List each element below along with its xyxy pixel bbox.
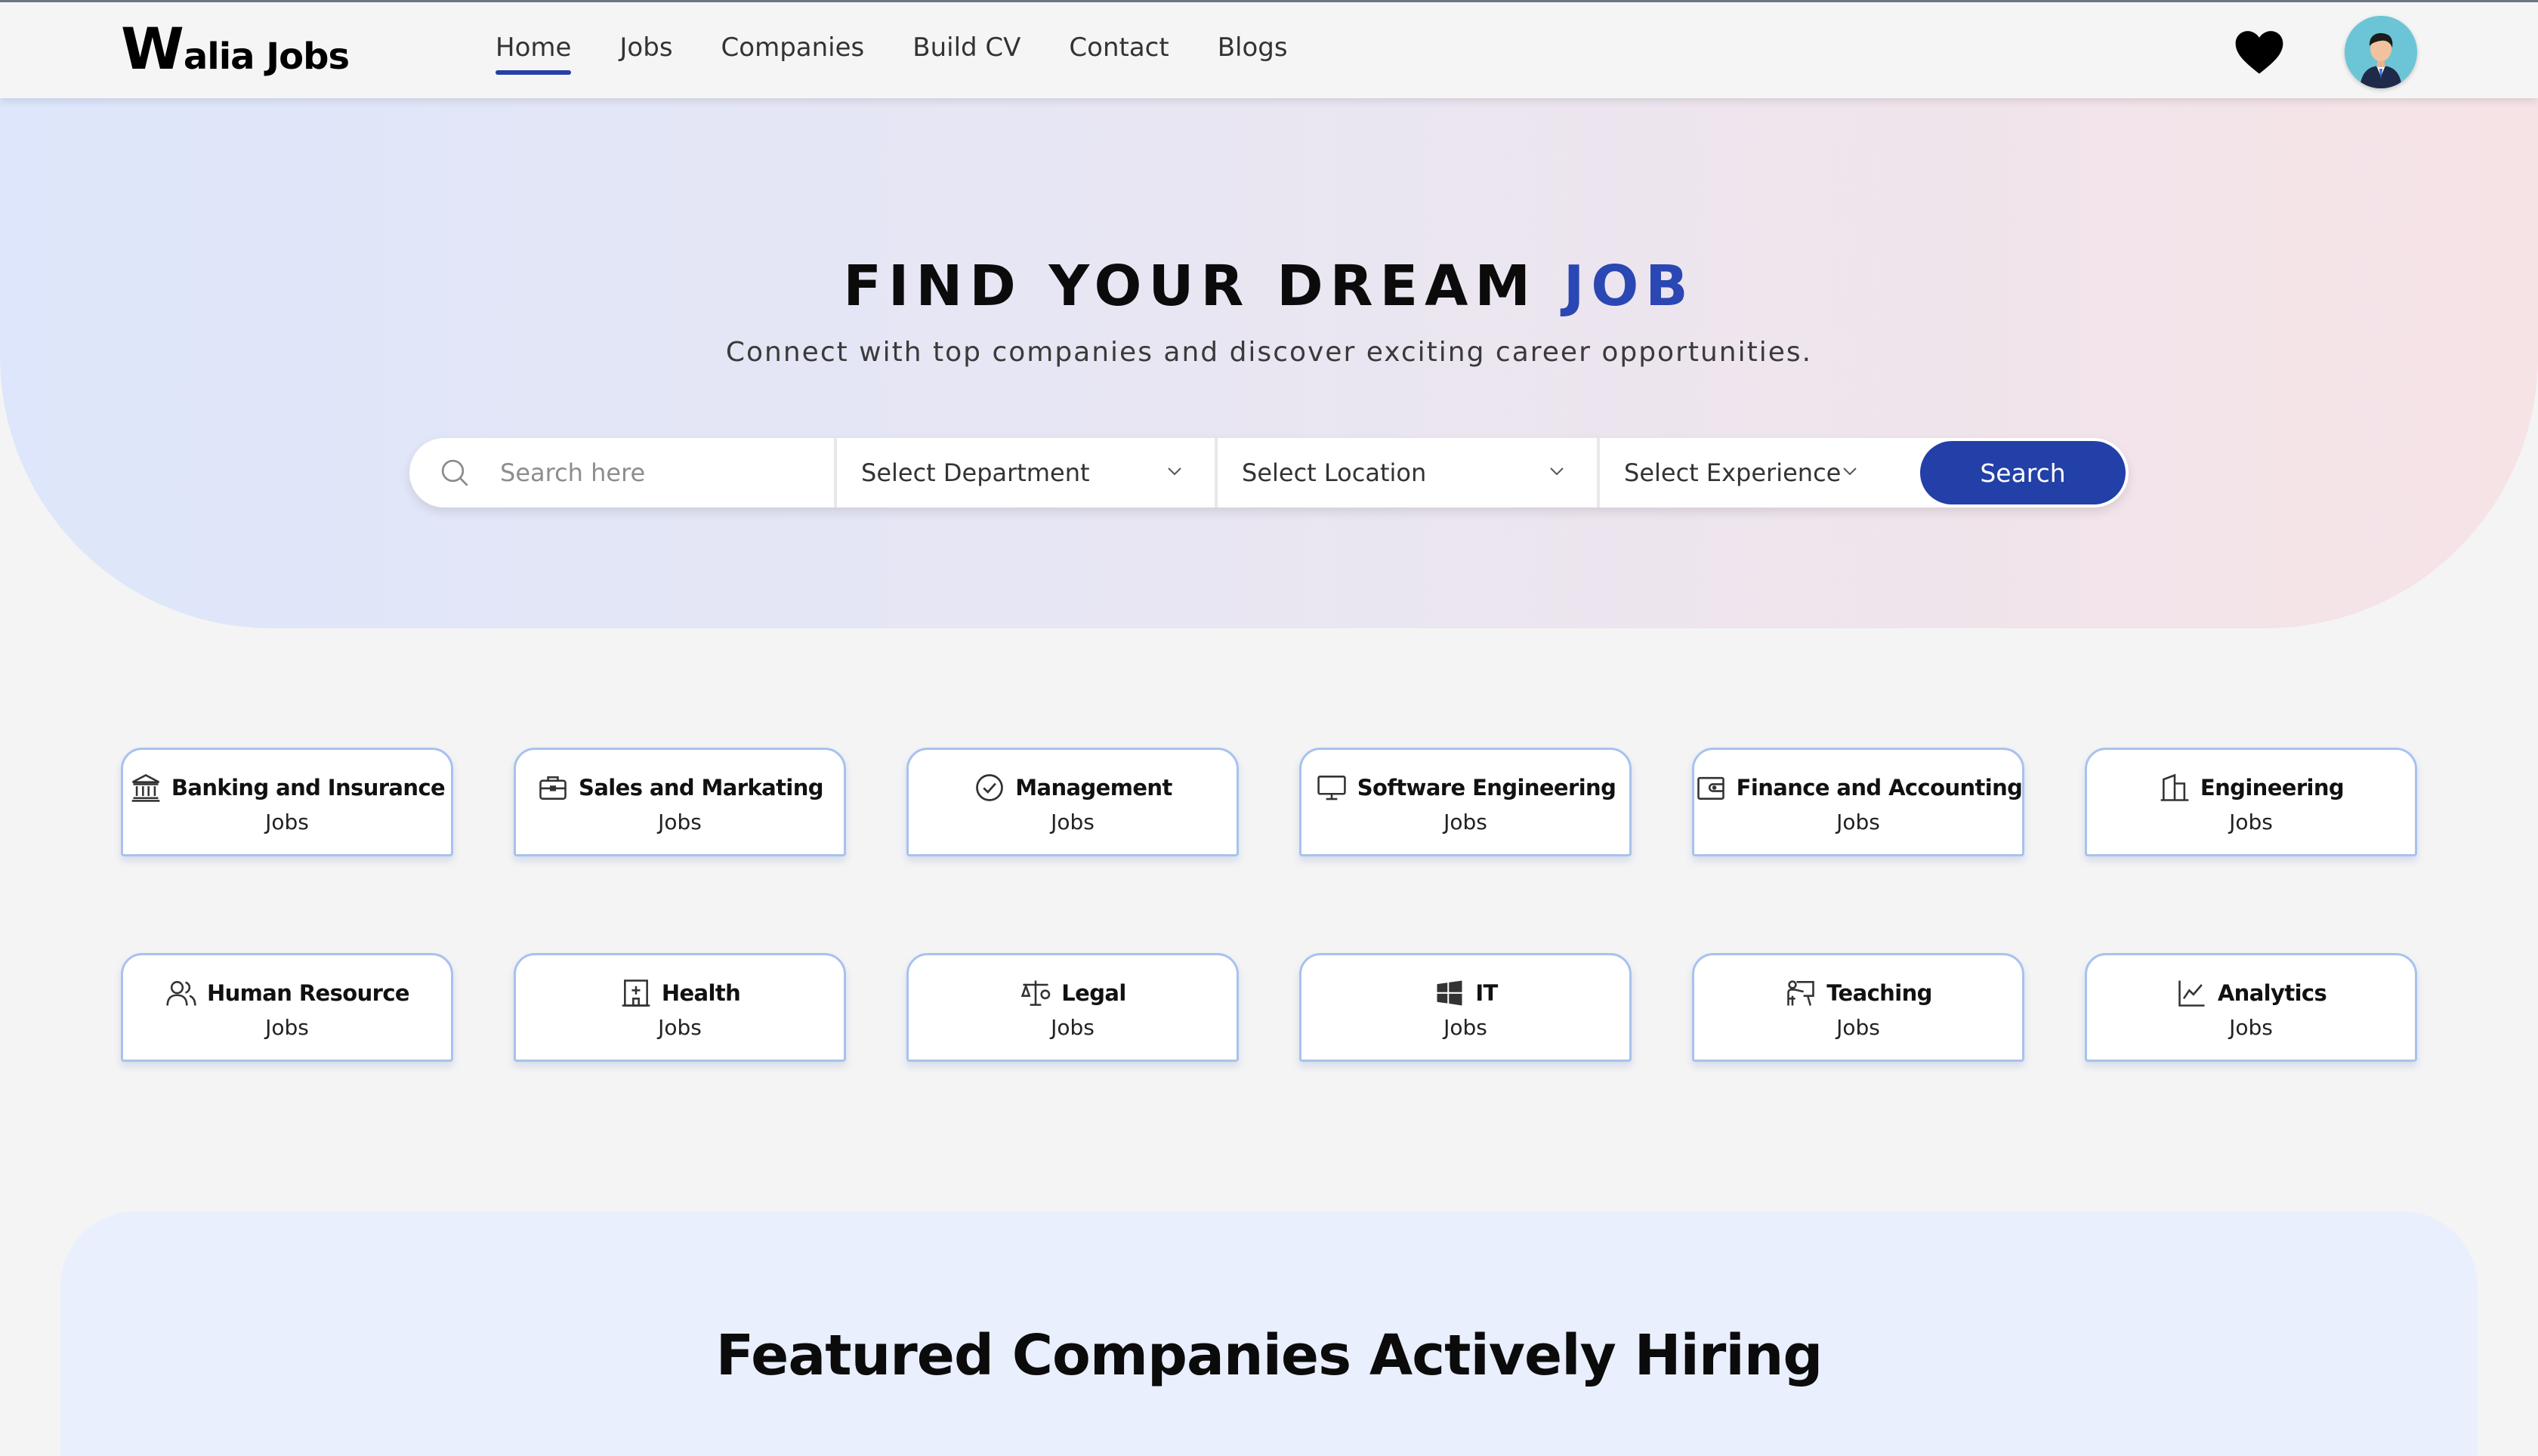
- experience-select[interactable]: Select Experience: [1600, 438, 1923, 507]
- category-name: Engineering: [2200, 774, 2345, 800]
- job-categories: Banking and Insurance Jobs Sales and Mar…: [121, 748, 2417, 1062]
- location-select[interactable]: Select Location: [1218, 438, 1600, 507]
- main-nav: Home Jobs Companies Build CV Contact Blo…: [496, 2, 1336, 93]
- category-card-finance[interactable]: Finance and Accounting Jobs: [1692, 748, 2024, 856]
- location-select-label: Select Location: [1242, 458, 1427, 487]
- category-name: Legal: [1061, 979, 1126, 1006]
- category-card-analytics[interactable]: Analytics Jobs: [2085, 953, 2417, 1062]
- windows-icon: [1437, 980, 1462, 1005]
- search-field: [409, 438, 837, 507]
- category-card-legal[interactable]: Legal Jobs: [906, 953, 1239, 1062]
- category-sub: Jobs: [2229, 1014, 2273, 1040]
- experience-select-label: Select Experience: [1624, 458, 1842, 487]
- category-name: Health: [661, 979, 741, 1006]
- favorites-heart-icon[interactable]: [2234, 29, 2284, 75]
- teacher-icon: [1787, 979, 1815, 1006]
- category-card-hr[interactable]: Human Resource Jobs: [121, 953, 453, 1062]
- category-card-it[interactable]: IT Jobs: [1299, 953, 1632, 1062]
- category-card-management[interactable]: Management Jobs: [906, 748, 1239, 856]
- job-search-bar: Select Department Select Location Select…: [409, 438, 2129, 507]
- wallet-icon: [1697, 776, 1724, 800]
- nav-home[interactable]: Home: [496, 26, 572, 75]
- site-logo[interactable]: Walia Jobs: [121, 15, 350, 87]
- line-chart-icon: [2178, 980, 2205, 1007]
- nav-blogs[interactable]: Blogs: [1218, 26, 1288, 69]
- category-name: Teaching: [1826, 979, 1932, 1006]
- nav-build-cv[interactable]: Build CV: [912, 26, 1020, 69]
- category-sub: Jobs: [2229, 809, 2273, 834]
- category-card-health[interactable]: Health Jobs: [514, 953, 846, 1062]
- nav-companies[interactable]: Companies: [721, 26, 865, 69]
- category-sub: Jobs: [1836, 1014, 1880, 1040]
- hero-title-main: FIND YOUR DREAM: [843, 254, 1564, 319]
- people-icon: [166, 980, 196, 1006]
- category-name: Analytics: [2217, 979, 2327, 1006]
- category-name: Finance and Accounting: [1736, 774, 2023, 800]
- hero-title: FIND YOUR DREAM JOB: [0, 254, 2538, 319]
- logo-text: alia Jobs: [183, 35, 350, 78]
- category-sub: Jobs: [265, 809, 309, 834]
- search-icon: [441, 459, 468, 486]
- department-select[interactable]: Select Department: [837, 438, 1218, 507]
- search-button[interactable]: Search: [1920, 441, 2126, 504]
- category-sub: Jobs: [658, 809, 702, 834]
- category-card-engineering[interactable]: Engineering Jobs: [2085, 748, 2417, 856]
- bank-icon: [131, 773, 160, 802]
- department-select-label: Select Department: [861, 458, 1090, 487]
- logo-mark: W: [121, 15, 184, 82]
- building-icon: [2160, 773, 2189, 801]
- category-card-teaching[interactable]: Teaching Jobs: [1692, 953, 2024, 1062]
- scales-icon: [1021, 980, 1051, 1006]
- briefcase-icon: [539, 776, 567, 800]
- hero-subtitle: Connect with top companies and discover …: [725, 337, 1813, 368]
- category-card-sales[interactable]: Sales and Markating Jobs: [514, 748, 846, 856]
- search-input[interactable]: [500, 450, 817, 495]
- monitor-icon: [1317, 775, 1346, 800]
- category-sub: Jobs: [1051, 809, 1095, 834]
- featured-title: Featured Companies Actively Hiring: [715, 1323, 1823, 1388]
- hospital-icon: [622, 979, 650, 1007]
- hero-title-accent: JOB: [1563, 254, 1695, 319]
- category-card-software[interactable]: Software Engineering Jobs: [1299, 748, 1632, 856]
- category-sub: Jobs: [658, 1014, 702, 1040]
- category-sub: Jobs: [1051, 1014, 1095, 1040]
- category-card-banking[interactable]: Banking and Insurance Jobs: [121, 748, 453, 856]
- chevron-down-icon: [1550, 467, 1564, 476]
- user-avatar[interactable]: [2345, 16, 2417, 88]
- chevron-down-icon: [1168, 467, 1181, 476]
- category-name: IT: [1475, 979, 1498, 1006]
- category-name: Sales and Markating: [579, 774, 823, 800]
- featured-companies-section: Featured Companies Actively Hiring: [60, 1211, 2478, 1456]
- top-navbar: Walia Jobs Home Jobs Companies Build CV …: [0, 0, 2538, 98]
- chevron-down-icon: [1843, 467, 1857, 476]
- category-sub: Jobs: [1836, 809, 1880, 834]
- category-name: Software Engineering: [1357, 774, 1616, 800]
- nav-contact[interactable]: Contact: [1069, 26, 1169, 69]
- check-circle-icon: [976, 773, 1004, 801]
- nav-jobs[interactable]: Jobs: [619, 26, 672, 69]
- category-sub: Jobs: [1443, 1014, 1487, 1040]
- category-name: Management: [1015, 774, 1172, 800]
- category-name: Banking and Insurance: [171, 774, 446, 800]
- category-name: Human Resource: [206, 979, 410, 1006]
- category-sub: Jobs: [1443, 809, 1487, 834]
- category-sub: Jobs: [265, 1014, 309, 1040]
